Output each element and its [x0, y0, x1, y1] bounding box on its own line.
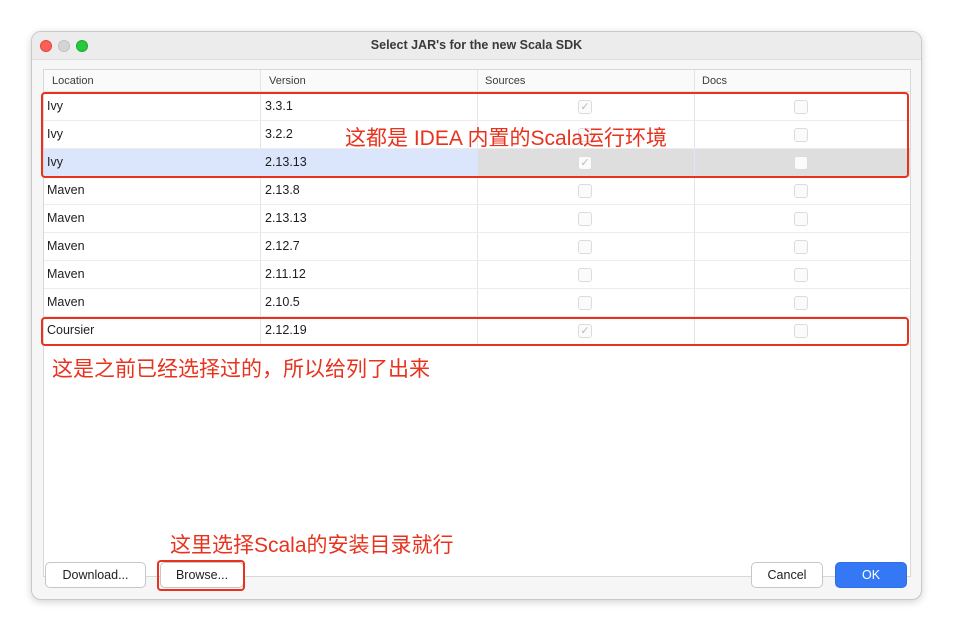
sources-checkbox[interactable] [578, 296, 592, 310]
window-title: Select JAR's for the new Scala SDK [370, 38, 583, 52]
cell-location: Maven [47, 211, 85, 225]
annotation-browse-text: 这里选择Scala的安装目录就行 [170, 534, 454, 557]
sources-checkbox[interactable] [578, 184, 592, 198]
docs-checkbox[interactable] [794, 268, 808, 282]
table-row[interactable]: Maven 2.13.8 [44, 177, 910, 205]
cell-version: 2.13.8 [265, 183, 300, 197]
cell-location: Maven [47, 267, 85, 281]
title-bar: Select JAR's for the new Scala SDK [32, 32, 921, 60]
docs-checkbox[interactable] [794, 212, 808, 226]
cell-version: 2.13.13 [265, 211, 307, 225]
table-row[interactable]: Maven 2.12.7 [44, 233, 910, 261]
table-row[interactable]: Maven 2.13.13 [44, 205, 910, 233]
docs-checkbox[interactable] [794, 240, 808, 254]
sources-checkbox[interactable] [578, 212, 592, 226]
sources-checkbox[interactable] [578, 268, 592, 282]
cell-version: 2.11.12 [265, 267, 306, 281]
cell-location: Maven [47, 183, 85, 197]
docs-checkbox[interactable] [794, 184, 808, 198]
cell-version: 2.12.7 [265, 239, 300, 253]
column-header-location[interactable]: Location [52, 75, 94, 87]
cell-location: Maven [47, 295, 85, 309]
cell-version: 2.10.5 [265, 295, 300, 309]
column-header-sources[interactable]: Sources [485, 75, 525, 87]
sources-checkbox[interactable] [578, 240, 592, 254]
annotation-previous-text: 这是之前已经选择过的，所以给列了出来 [52, 358, 430, 381]
ok-button[interactable]: OK [835, 562, 907, 588]
cell-location: Maven [47, 239, 85, 253]
docs-checkbox[interactable] [794, 296, 808, 310]
table-row[interactable]: Maven 2.11.12 [44, 261, 910, 289]
column-header-docs[interactable]: Docs [702, 75, 727, 87]
cancel-button[interactable]: Cancel [751, 562, 823, 588]
download-button[interactable]: Download... [45, 562, 146, 588]
annotation-builtin-text: 这都是 IDEA 内置的Scala运行环境 [345, 127, 668, 150]
table-row[interactable]: Maven 2.10.5 [44, 289, 910, 317]
annotation-box-browse [157, 560, 245, 591]
column-header-version[interactable]: Version [269, 75, 306, 87]
annotation-box-previous [41, 317, 909, 346]
